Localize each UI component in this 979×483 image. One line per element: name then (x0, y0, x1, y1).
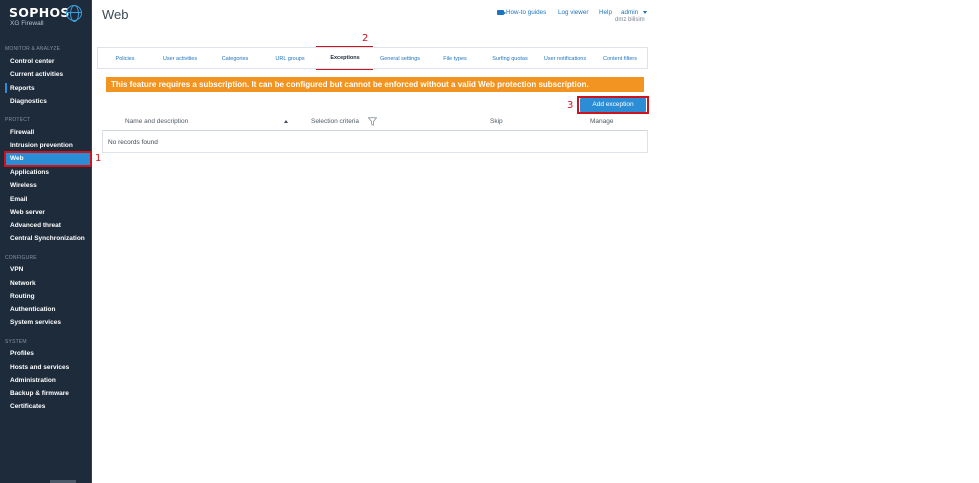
sidebar-item-authentication[interactable]: Authentication (10, 306, 56, 313)
sidebar-item-system-services[interactable]: System services (10, 319, 61, 326)
filter-icon[interactable] (368, 117, 377, 126)
sidebar-item-routing[interactable]: Routing (10, 293, 35, 300)
sidebar-item-intrusion-prevention[interactable]: Intrusion prevention (10, 142, 73, 149)
empty-table-message: No records found (108, 139, 158, 146)
sidebar-item-current-activities[interactable]: Current activities (10, 71, 63, 78)
section-title-monitor: MONITOR & ANALYZE (5, 46, 61, 52)
tab-policies[interactable]: Policies (116, 56, 135, 62)
sidebar-item-central-synchronization[interactable]: Central Synchronization (10, 235, 85, 242)
sidebar-item-reports[interactable]: Reports (10, 85, 35, 92)
sidebar-item-email[interactable]: Email (10, 196, 27, 203)
exceptions-table (102, 130, 648, 153)
tab-surfing-quotas[interactable]: Surfing quotas (492, 56, 527, 62)
tab-general-settings[interactable]: General settings (380, 56, 420, 62)
sophos-logo[interactable]: SOPHOS XG Firewall (9, 5, 89, 29)
add-exception-button[interactable]: Add exception (580, 98, 646, 112)
log-viewer-link[interactable]: Log viewer (558, 9, 588, 16)
sidebar-item-hosts-and-services[interactable]: Hosts and services (10, 364, 69, 371)
section-title-configure: CONFIGURE (5, 255, 37, 261)
sidebar-item-web-server[interactable]: Web server (10, 209, 45, 216)
sidebar-item-wireless[interactable]: Wireless (10, 182, 37, 189)
highlight-web-item (4, 151, 92, 167)
tab-categories[interactable]: Categories (222, 56, 249, 62)
tab-file-types[interactable]: File types (443, 56, 467, 62)
user-menu[interactable]: admin (621, 9, 638, 16)
sidebar: SOPHOS XG Firewall MONITOR & ANALYZE Con… (0, 0, 92, 483)
subscription-warning: This feature requires a subscription. It… (106, 77, 644, 92)
column-header-skip: Skip (490, 118, 503, 125)
sidebar-item-vpn[interactable]: VPN (10, 266, 23, 273)
sidebar-item-administration[interactable]: Administration (10, 377, 56, 384)
sidebar-item-applications[interactable]: Applications (10, 169, 49, 176)
tab-url-groups[interactable]: URL groups (275, 56, 304, 62)
section-title-protect: PROTECT (5, 117, 31, 123)
annotation-1: 1 (95, 153, 102, 164)
sidebar-item-advanced-threat[interactable]: Advanced threat (10, 222, 61, 229)
column-header-manage: Manage (590, 118, 614, 125)
sidebar-item-control-center[interactable]: Control center (10, 58, 54, 65)
tab-content-filters[interactable]: Content filters (603, 56, 637, 62)
sidebar-item-network[interactable]: Network (10, 280, 36, 287)
sort-ascending-icon[interactable] (284, 120, 288, 123)
sidebar-item-profiles[interactable]: Profiles (10, 350, 34, 357)
section-title-system: SYSTEM (5, 339, 27, 345)
host-label: dmz bilisim (615, 17, 645, 23)
chevron-down-icon[interactable] (643, 11, 647, 14)
sidebar-item-diagnostics[interactable]: Diagnostics (10, 98, 47, 105)
video-camera-icon (497, 10, 506, 15)
howto-guides-link[interactable]: How-to guides (506, 9, 546, 16)
page-title: Web (102, 7, 129, 22)
sidebar-item-firewall[interactable]: Firewall (10, 129, 34, 136)
tab-user-notifications[interactable]: User notifications (544, 56, 586, 62)
sophos-globe-icon (66, 5, 82, 22)
tab-user-activities[interactable]: User activities (163, 56, 197, 62)
column-header-name[interactable]: Name and description (125, 118, 188, 125)
active-marker (5, 83, 7, 93)
tab-exceptions[interactable]: Exceptions (330, 55, 359, 61)
sidebar-item-certificates[interactable]: Certificates (10, 403, 45, 410)
help-link[interactable]: Help (599, 9, 612, 16)
sidebar-item-backup-firmware[interactable]: Backup & firmware (10, 390, 69, 397)
column-header-selection-criteria[interactable]: Selection criteria (311, 118, 359, 125)
annotation-3: 3 (567, 100, 574, 111)
product-name: XG Firewall (10, 20, 44, 27)
brand-name: SOPHOS (9, 5, 70, 20)
annotation-2: 2 (362, 33, 369, 44)
